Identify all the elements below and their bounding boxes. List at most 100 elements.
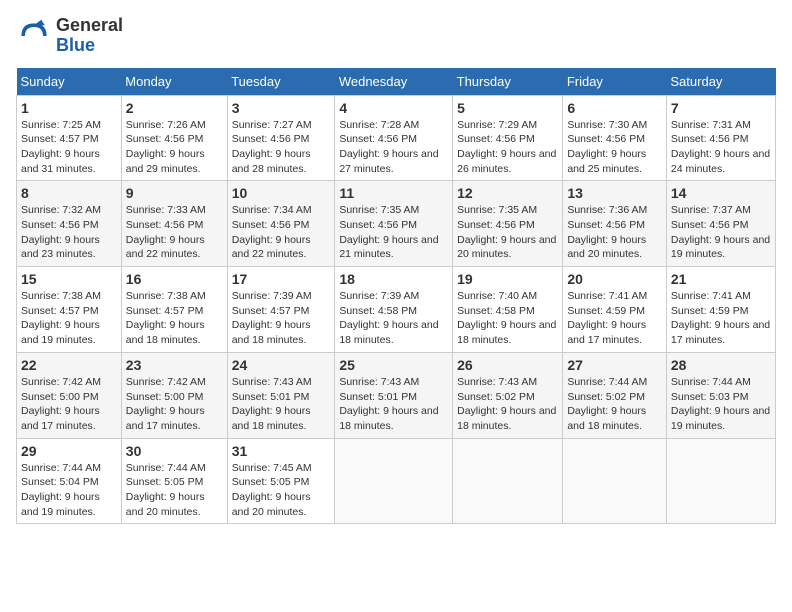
day-info: Sunrise: 7:44 AM Sunset: 5:03 PM Dayligh… bbox=[671, 375, 771, 434]
day-info: Sunrise: 7:44 AM Sunset: 5:05 PM Dayligh… bbox=[126, 461, 223, 520]
day-info: Sunrise: 7:44 AM Sunset: 5:04 PM Dayligh… bbox=[21, 461, 117, 520]
calendar-cell: 14 Sunrise: 7:37 AM Sunset: 4:56 PM Dayl… bbox=[666, 181, 775, 267]
day-info: Sunrise: 7:45 AM Sunset: 5:05 PM Dayligh… bbox=[232, 461, 331, 520]
day-info: Sunrise: 7:35 AM Sunset: 4:56 PM Dayligh… bbox=[339, 203, 448, 262]
header-monday: Monday bbox=[121, 68, 227, 96]
day-number: 13 bbox=[567, 185, 662, 201]
day-info: Sunrise: 7:34 AM Sunset: 4:56 PM Dayligh… bbox=[232, 203, 331, 262]
day-number: 19 bbox=[457, 271, 558, 287]
day-number: 17 bbox=[232, 271, 331, 287]
day-info: Sunrise: 7:29 AM Sunset: 4:56 PM Dayligh… bbox=[457, 118, 558, 177]
day-number: 30 bbox=[126, 443, 223, 459]
header-friday: Friday bbox=[563, 68, 667, 96]
day-info: Sunrise: 7:37 AM Sunset: 4:56 PM Dayligh… bbox=[671, 203, 771, 262]
day-number: 5 bbox=[457, 100, 558, 116]
calendar-cell bbox=[563, 438, 667, 524]
calendar-cell bbox=[335, 438, 453, 524]
calendar-cell: 16 Sunrise: 7:38 AM Sunset: 4:57 PM Dayl… bbox=[121, 267, 227, 353]
logo: General Blue bbox=[16, 16, 123, 56]
calendar-cell: 22 Sunrise: 7:42 AM Sunset: 5:00 PM Dayl… bbox=[17, 352, 122, 438]
day-info: Sunrise: 7:41 AM Sunset: 4:59 PM Dayligh… bbox=[567, 289, 662, 348]
calendar-table: SundayMondayTuesdayWednesdayThursdayFrid… bbox=[16, 68, 776, 525]
calendar-cell: 1 Sunrise: 7:25 AM Sunset: 4:57 PM Dayli… bbox=[17, 95, 122, 181]
day-info: Sunrise: 7:28 AM Sunset: 4:56 PM Dayligh… bbox=[339, 118, 448, 177]
header-thursday: Thursday bbox=[453, 68, 563, 96]
calendar-cell: 24 Sunrise: 7:43 AM Sunset: 5:01 PM Dayl… bbox=[227, 352, 335, 438]
day-info: Sunrise: 7:40 AM Sunset: 4:58 PM Dayligh… bbox=[457, 289, 558, 348]
day-number: 10 bbox=[232, 185, 331, 201]
day-number: 22 bbox=[21, 357, 117, 373]
calendar-cell: 4 Sunrise: 7:28 AM Sunset: 4:56 PM Dayli… bbox=[335, 95, 453, 181]
calendar-header-row: SundayMondayTuesdayWednesdayThursdayFrid… bbox=[17, 68, 776, 96]
day-number: 3 bbox=[232, 100, 331, 116]
day-number: 7 bbox=[671, 100, 771, 116]
day-number: 8 bbox=[21, 185, 117, 201]
calendar-cell: 29 Sunrise: 7:44 AM Sunset: 5:04 PM Dayl… bbox=[17, 438, 122, 524]
calendar-cell: 13 Sunrise: 7:36 AM Sunset: 4:56 PM Dayl… bbox=[563, 181, 667, 267]
logo-blue-text: Blue bbox=[56, 35, 95, 55]
calendar-cell: 7 Sunrise: 7:31 AM Sunset: 4:56 PM Dayli… bbox=[666, 95, 775, 181]
day-info: Sunrise: 7:27 AM Sunset: 4:56 PM Dayligh… bbox=[232, 118, 331, 177]
day-number: 14 bbox=[671, 185, 771, 201]
day-number: 29 bbox=[21, 443, 117, 459]
calendar-cell: 18 Sunrise: 7:39 AM Sunset: 4:58 PM Dayl… bbox=[335, 267, 453, 353]
day-number: 25 bbox=[339, 357, 448, 373]
calendar-cell: 3 Sunrise: 7:27 AM Sunset: 4:56 PM Dayli… bbox=[227, 95, 335, 181]
day-info: Sunrise: 7:39 AM Sunset: 4:57 PM Dayligh… bbox=[232, 289, 331, 348]
day-number: 21 bbox=[671, 271, 771, 287]
logo-general-text: General bbox=[56, 15, 123, 35]
day-number: 4 bbox=[339, 100, 448, 116]
calendar-cell: 25 Sunrise: 7:43 AM Sunset: 5:01 PM Dayl… bbox=[335, 352, 453, 438]
day-number: 16 bbox=[126, 271, 223, 287]
day-info: Sunrise: 7:43 AM Sunset: 5:02 PM Dayligh… bbox=[457, 375, 558, 434]
day-info: Sunrise: 7:43 AM Sunset: 5:01 PM Dayligh… bbox=[232, 375, 331, 434]
day-number: 6 bbox=[567, 100, 662, 116]
logo-text: General Blue bbox=[56, 16, 123, 56]
calendar-week-row: 22 Sunrise: 7:42 AM Sunset: 5:00 PM Dayl… bbox=[17, 352, 776, 438]
calendar-cell: 17 Sunrise: 7:39 AM Sunset: 4:57 PM Dayl… bbox=[227, 267, 335, 353]
calendar-cell: 2 Sunrise: 7:26 AM Sunset: 4:56 PM Dayli… bbox=[121, 95, 227, 181]
day-info: Sunrise: 7:32 AM Sunset: 4:56 PM Dayligh… bbox=[21, 203, 117, 262]
calendar-cell: 19 Sunrise: 7:40 AM Sunset: 4:58 PM Dayl… bbox=[453, 267, 563, 353]
calendar-cell bbox=[453, 438, 563, 524]
day-info: Sunrise: 7:44 AM Sunset: 5:02 PM Dayligh… bbox=[567, 375, 662, 434]
calendar-cell bbox=[666, 438, 775, 524]
calendar-cell: 15 Sunrise: 7:38 AM Sunset: 4:57 PM Dayl… bbox=[17, 267, 122, 353]
day-number: 24 bbox=[232, 357, 331, 373]
day-number: 2 bbox=[126, 100, 223, 116]
day-info: Sunrise: 7:43 AM Sunset: 5:01 PM Dayligh… bbox=[339, 375, 448, 434]
page-header: General Blue bbox=[16, 16, 776, 56]
calendar-week-row: 8 Sunrise: 7:32 AM Sunset: 4:56 PM Dayli… bbox=[17, 181, 776, 267]
calendar-cell: 10 Sunrise: 7:34 AM Sunset: 4:56 PM Dayl… bbox=[227, 181, 335, 267]
day-info: Sunrise: 7:42 AM Sunset: 5:00 PM Dayligh… bbox=[21, 375, 117, 434]
day-info: Sunrise: 7:36 AM Sunset: 4:56 PM Dayligh… bbox=[567, 203, 662, 262]
day-number: 11 bbox=[339, 185, 448, 201]
day-info: Sunrise: 7:42 AM Sunset: 5:00 PM Dayligh… bbox=[126, 375, 223, 434]
calendar-week-row: 1 Sunrise: 7:25 AM Sunset: 4:57 PM Dayli… bbox=[17, 95, 776, 181]
day-info: Sunrise: 7:38 AM Sunset: 4:57 PM Dayligh… bbox=[126, 289, 223, 348]
logo-icon bbox=[16, 18, 52, 54]
calendar-cell: 8 Sunrise: 7:32 AM Sunset: 4:56 PM Dayli… bbox=[17, 181, 122, 267]
calendar-cell: 5 Sunrise: 7:29 AM Sunset: 4:56 PM Dayli… bbox=[453, 95, 563, 181]
calendar-cell: 27 Sunrise: 7:44 AM Sunset: 5:02 PM Dayl… bbox=[563, 352, 667, 438]
day-info: Sunrise: 7:26 AM Sunset: 4:56 PM Dayligh… bbox=[126, 118, 223, 177]
calendar-cell: 28 Sunrise: 7:44 AM Sunset: 5:03 PM Dayl… bbox=[666, 352, 775, 438]
calendar-week-row: 29 Sunrise: 7:44 AM Sunset: 5:04 PM Dayl… bbox=[17, 438, 776, 524]
day-info: Sunrise: 7:38 AM Sunset: 4:57 PM Dayligh… bbox=[21, 289, 117, 348]
day-number: 1 bbox=[21, 100, 117, 116]
header-saturday: Saturday bbox=[666, 68, 775, 96]
header-sunday: Sunday bbox=[17, 68, 122, 96]
header-wednesday: Wednesday bbox=[335, 68, 453, 96]
day-info: Sunrise: 7:31 AM Sunset: 4:56 PM Dayligh… bbox=[671, 118, 771, 177]
calendar-cell: 11 Sunrise: 7:35 AM Sunset: 4:56 PM Dayl… bbox=[335, 181, 453, 267]
calendar-week-row: 15 Sunrise: 7:38 AM Sunset: 4:57 PM Dayl… bbox=[17, 267, 776, 353]
day-number: 18 bbox=[339, 271, 448, 287]
calendar-cell: 23 Sunrise: 7:42 AM Sunset: 5:00 PM Dayl… bbox=[121, 352, 227, 438]
calendar-cell: 30 Sunrise: 7:44 AM Sunset: 5:05 PM Dayl… bbox=[121, 438, 227, 524]
day-number: 15 bbox=[21, 271, 117, 287]
calendar-cell: 9 Sunrise: 7:33 AM Sunset: 4:56 PM Dayli… bbox=[121, 181, 227, 267]
day-info: Sunrise: 7:41 AM Sunset: 4:59 PM Dayligh… bbox=[671, 289, 771, 348]
day-number: 31 bbox=[232, 443, 331, 459]
day-number: 28 bbox=[671, 357, 771, 373]
day-info: Sunrise: 7:25 AM Sunset: 4:57 PM Dayligh… bbox=[21, 118, 117, 177]
